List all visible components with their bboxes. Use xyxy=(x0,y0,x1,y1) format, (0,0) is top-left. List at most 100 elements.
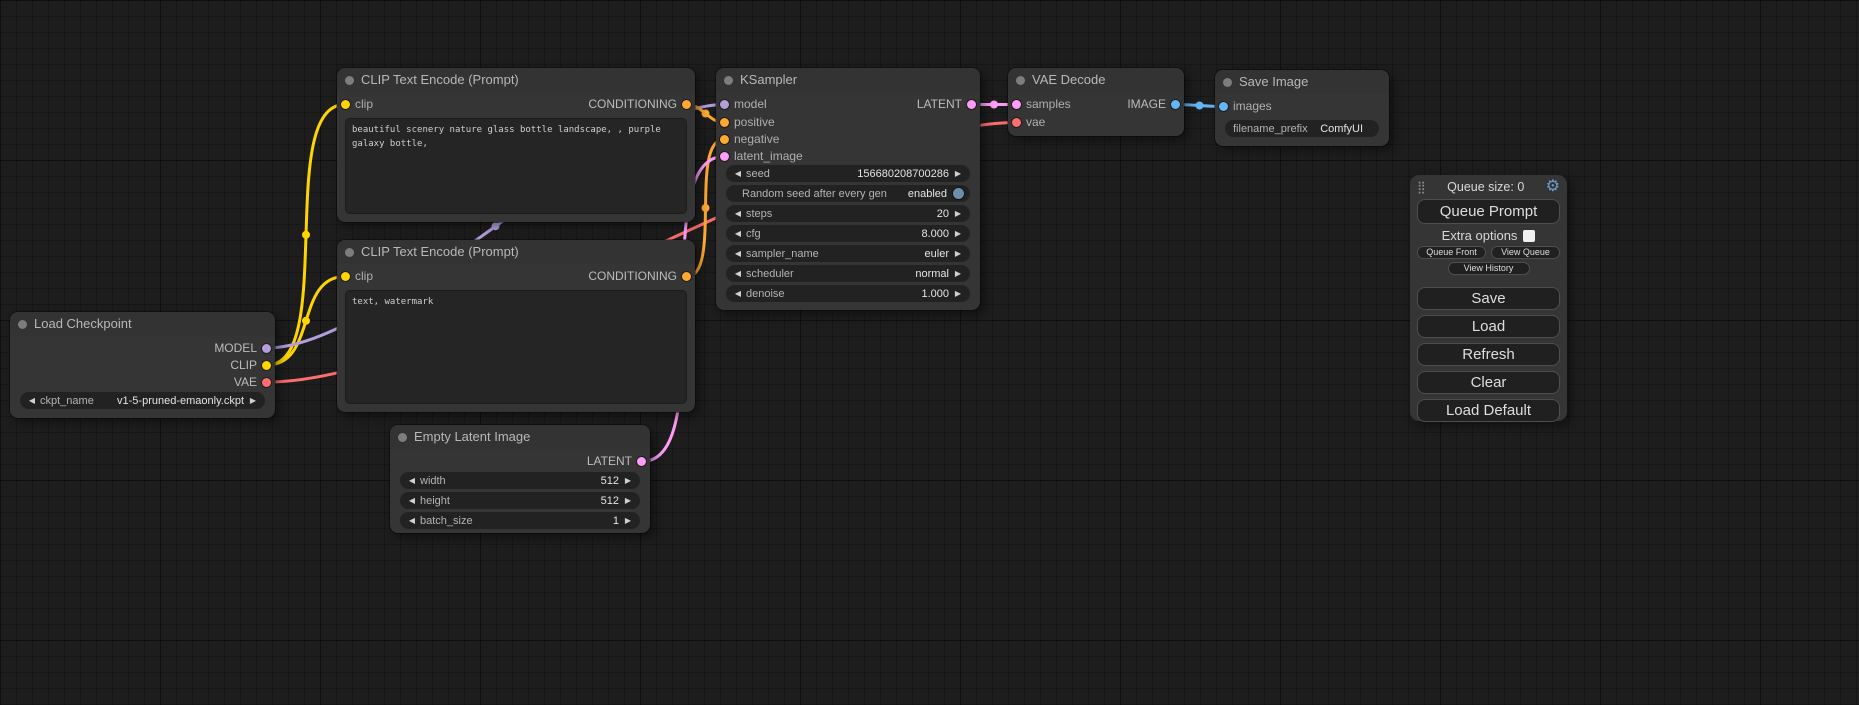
increment-arrow-icon[interactable]: ▶ xyxy=(952,165,964,182)
batch-size-widget[interactable]: ◀ batch_size 1 ▶ xyxy=(400,512,640,529)
clip-output-dot[interactable] xyxy=(262,361,271,370)
extra-options-checkbox[interactable] xyxy=(1523,230,1535,242)
node-collapse-dot[interactable] xyxy=(398,433,407,442)
save-button[interactable]: Save xyxy=(1417,287,1560,310)
node-clip-text-encode-negative[interactable]: CLIP Text Encode (Prompt) clip CONDITION… xyxy=(337,240,695,412)
sampler-name-widget[interactable]: ◀ sampler_name euler ▶ xyxy=(726,245,970,262)
clip-input-dot[interactable] xyxy=(341,272,350,281)
clear-button[interactable]: Clear xyxy=(1417,371,1560,394)
toggle-indicator-icon[interactable] xyxy=(953,188,964,199)
conditioning-output-dot[interactable] xyxy=(682,100,691,109)
cfg-widget[interactable]: ◀ cfg 8.000 ▶ xyxy=(726,225,970,242)
node-vae-decode[interactable]: VAE Decode samples IMAGE vae xyxy=(1008,68,1184,136)
decrement-arrow-icon[interactable]: ◀ xyxy=(26,392,38,409)
decrement-arrow-icon[interactable]: ◀ xyxy=(406,512,418,529)
increment-arrow-icon[interactable]: ▶ xyxy=(952,245,964,262)
queue-prompt-button[interactable]: Queue Prompt xyxy=(1417,199,1560,224)
model-input-dot[interactable] xyxy=(720,100,729,109)
extra-options-row: Extra options xyxy=(1417,228,1560,243)
increment-arrow-icon[interactable]: ▶ xyxy=(247,392,259,409)
node-title-bar[interactable]: KSampler xyxy=(716,68,980,92)
node-title-bar[interactable]: VAE Decode xyxy=(1008,68,1184,92)
node-empty-latent-image[interactable]: Empty Latent Image LATENT ◀ width 512 ▶ … xyxy=(390,425,650,533)
decrement-arrow-icon[interactable]: ◀ xyxy=(406,492,418,509)
refresh-button[interactable]: Refresh xyxy=(1417,343,1560,366)
scheduler-widget[interactable]: ◀ scheduler normal ▶ xyxy=(726,265,970,282)
queue-front-button[interactable]: Queue Front xyxy=(1417,246,1486,259)
view-history-button[interactable]: View History xyxy=(1448,262,1530,275)
decrement-arrow-icon[interactable]: ◀ xyxy=(732,225,744,242)
conditioning-output-dot[interactable] xyxy=(682,272,691,281)
drag-handle-icon[interactable]: ⣿ xyxy=(1417,181,1426,193)
node-collapse-dot[interactable] xyxy=(724,76,733,85)
increment-arrow-icon[interactable]: ▶ xyxy=(622,472,634,489)
increment-arrow-icon[interactable]: ▶ xyxy=(622,512,634,529)
clip-input-dot[interactable] xyxy=(341,100,350,109)
node-title-bar[interactable]: Load Checkpoint xyxy=(10,312,275,336)
decrement-arrow-icon[interactable]: ◀ xyxy=(732,265,744,282)
negative-prompt-textarea[interactable]: text, watermark xyxy=(345,290,687,404)
increment-arrow-icon[interactable]: ▶ xyxy=(952,285,964,302)
node-collapse-dot[interactable] xyxy=(1016,76,1025,85)
height-widget[interactable]: ◀ height 512 ▶ xyxy=(400,492,640,509)
latent-image-input-dot[interactable] xyxy=(720,152,729,161)
extra-options-label: Extra options xyxy=(1442,228,1518,243)
increment-arrow-icon[interactable]: ▶ xyxy=(622,492,634,509)
seed-widget[interactable]: ◀ seed 156680208700286 ▶ xyxy=(726,165,970,182)
widget-value: 8.000 xyxy=(921,228,949,240)
node-collapse-dot[interactable] xyxy=(1223,78,1232,87)
widget-label: ckpt_name xyxy=(40,395,94,407)
slot-label: clip xyxy=(355,268,373,285)
view-queue-button[interactable]: View Queue xyxy=(1491,246,1560,259)
load-default-button[interactable]: Load Default xyxy=(1417,399,1560,422)
ckpt-name-widget[interactable]: ◀ ckpt_name v1-5-pruned-emaonly.ckpt ▶ xyxy=(20,392,265,409)
node-save-image[interactable]: Save Image images filename_prefix ComfyU… xyxy=(1215,70,1389,146)
slot-label: LATENT xyxy=(587,453,632,470)
widget-value: 156680208700286 xyxy=(857,168,949,180)
node-clip-text-encode-positive[interactable]: CLIP Text Encode (Prompt) clip CONDITION… xyxy=(337,68,695,222)
node-title-bar[interactable]: CLIP Text Encode (Prompt) xyxy=(337,240,695,264)
load-button[interactable]: Load xyxy=(1417,315,1560,338)
latent-output-dot[interactable] xyxy=(967,100,976,109)
latent-output-dot[interactable] xyxy=(637,457,646,466)
positive-input-dot[interactable] xyxy=(720,118,729,127)
widget-value: normal xyxy=(915,268,949,280)
widget-label: width xyxy=(420,475,446,487)
node-title: CLIP Text Encode (Prompt) xyxy=(361,244,519,259)
node-collapse-dot[interactable] xyxy=(345,76,354,85)
vae-input-dot[interactable] xyxy=(1012,118,1021,127)
steps-widget[interactable]: ◀ steps 20 ▶ xyxy=(726,205,970,222)
random-seed-toggle-widget[interactable]: Random seed after every gen enabled xyxy=(726,185,970,202)
vae-output-dot[interactable] xyxy=(262,378,271,387)
model-output-dot[interactable] xyxy=(262,344,271,353)
widget-value: v1-5-pruned-emaonly.ckpt xyxy=(117,395,244,407)
increment-arrow-icon[interactable]: ▶ xyxy=(952,225,964,242)
settings-gear-icon[interactable]: ⚙ xyxy=(1546,179,1560,195)
filename-prefix-widget[interactable]: filename_prefix ComfyUI xyxy=(1225,120,1379,137)
decrement-arrow-icon[interactable]: ◀ xyxy=(732,165,744,182)
widget-label: steps xyxy=(746,208,772,220)
node-graph-canvas[interactable]: Load Checkpoint MODEL CLIP VAE ◀ ckpt_na… xyxy=(0,0,1859,705)
node-collapse-dot[interactable] xyxy=(18,320,27,329)
increment-arrow-icon[interactable]: ▶ xyxy=(952,265,964,282)
increment-arrow-icon[interactable]: ▶ xyxy=(952,205,964,222)
negative-input-dot[interactable] xyxy=(720,135,729,144)
node-ksampler[interactable]: KSampler model LATENT positive negative … xyxy=(716,68,980,310)
images-input-dot[interactable] xyxy=(1219,102,1228,111)
decrement-arrow-icon[interactable]: ◀ xyxy=(732,245,744,262)
node-title-bar[interactable]: Save Image xyxy=(1215,70,1389,94)
node-collapse-dot[interactable] xyxy=(345,248,354,257)
decrement-arrow-icon[interactable]: ◀ xyxy=(732,285,744,302)
widget-label: scheduler xyxy=(746,268,794,280)
denoise-widget[interactable]: ◀ denoise 1.000 ▶ xyxy=(726,285,970,302)
node-title-bar[interactable]: Empty Latent Image xyxy=(390,425,650,449)
widget-label: denoise xyxy=(746,288,785,300)
decrement-arrow-icon[interactable]: ◀ xyxy=(406,472,418,489)
decrement-arrow-icon[interactable]: ◀ xyxy=(732,205,744,222)
node-load-checkpoint[interactable]: Load Checkpoint MODEL CLIP VAE ◀ ckpt_na… xyxy=(10,312,275,418)
samples-input-dot[interactable] xyxy=(1012,100,1021,109)
width-widget[interactable]: ◀ width 512 ▶ xyxy=(400,472,640,489)
image-output-dot[interactable] xyxy=(1171,100,1180,109)
positive-prompt-textarea[interactable]: beautiful scenery nature glass bottle la… xyxy=(345,118,687,214)
node-title-bar[interactable]: CLIP Text Encode (Prompt) xyxy=(337,68,695,92)
